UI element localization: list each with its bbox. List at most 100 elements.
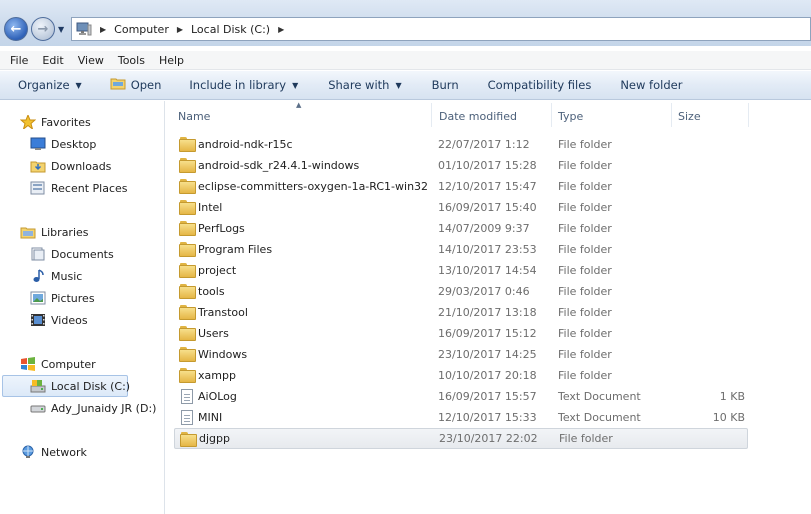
nav-recent-places[interactable]: Recent Places [30,181,128,195]
breadcrumb-computer[interactable]: Computer [114,23,169,36]
file-row[interactable]: android-sdk_r24.4.1-windows 01/10/2017 15… [174,155,748,176]
file-row[interactable]: djgpp 23/10/2017 22:02 File folder [174,428,748,449]
file-row[interactable]: MINI 12/10/2017 15:33 Text Document 10 KB [174,407,748,428]
column-divider[interactable] [431,103,432,127]
desktop-icon [30,137,46,151]
breadcrumb-local-disk[interactable]: Local Disk (C:) [191,23,270,36]
open-button[interactable]: Open [110,77,162,93]
breadcrumb-separator-icon[interactable]: ▶ [100,25,106,34]
nav-documents[interactable]: Documents [30,247,114,261]
column-divider[interactable] [671,103,672,127]
file-date-modified: 16/09/2017 15:40 [438,201,537,214]
breadcrumb-separator-icon[interactable]: ▶ [177,25,183,34]
column-divider[interactable] [748,103,749,127]
file-date-modified: 14/10/2017 23:53 [438,243,537,256]
nav-local-disk-c-label: Local Disk (C:) [51,379,131,393]
file-type: File folder [558,306,612,319]
file-date-modified: 14/07/2009 9:37 [438,222,530,235]
column-header-type[interactable]: Type [558,105,583,127]
new-folder-button[interactable]: New folder [620,78,682,92]
file-row[interactable]: Windows 23/10/2017 14:25 File folder [174,344,748,365]
file-row[interactable]: Intel 16/09/2017 15:40 File folder [174,197,748,218]
column-header-size-label: Size [678,109,701,123]
file-type: File folder [558,369,612,382]
nav-favorites-label: Favorites [41,115,91,129]
open-label: Open [130,78,162,92]
folder-icon [179,221,196,236]
menu-view[interactable]: View [71,54,111,67]
recent-pages-dropdown[interactable]: ▼ [58,25,64,34]
nav-libraries[interactable]: Libraries [20,225,89,239]
folder-icon [179,158,196,173]
menu-bar: File Edit View Tools Help [0,51,811,70]
text-document-icon [179,389,195,404]
nav-local-disk-c[interactable]: Local Disk (C:) [30,379,130,393]
share-with-label: Share with [328,78,390,92]
file-name: eclipse-committers-oxygen-1a-RC1-win32 [198,180,429,193]
file-row[interactable]: Transtool 21/10/2017 13:18 File folder [174,302,748,323]
folder-icon [179,179,196,194]
compatibility-files-button[interactable]: Compatibility files [488,78,592,92]
file-name: Program Files [198,243,273,256]
file-date-modified: 23/10/2017 22:02 [439,432,538,445]
file-row[interactable]: tools 29/03/2017 0:46 File folder [174,281,748,302]
file-row[interactable]: AiOLog 16/09/2017 15:57 Text Document 1 KB [174,386,748,407]
address-bar[interactable]: ▶ Computer ▶ Local Disk (C:) ▶ [71,17,811,41]
recent-places-icon [30,181,46,195]
include-in-library-button[interactable]: Include in library ▼ [189,78,298,92]
text-document-icon [179,410,195,425]
file-type: File folder [559,432,613,445]
file-row[interactable]: PerfLogs 14/07/2009 9:37 File folder [174,218,748,239]
file-name: android-sdk_r24.4.1-windows [198,159,360,172]
burn-button[interactable]: Burn [432,78,459,92]
file-name: project [198,264,237,277]
file-type: File folder [558,138,612,151]
file-type: File folder [558,201,612,214]
column-header-date-modified[interactable]: Date modified [439,105,517,127]
nav-favorites[interactable]: Favorites [19,113,91,131]
nav-drive-d[interactable]: Ady_Junaidy JR (D:) [30,401,156,415]
folder-icon [180,432,197,447]
file-type: Text Document [558,390,641,403]
music-icon [30,269,46,283]
file-date-modified: 12/10/2017 15:47 [438,180,537,193]
nav-videos-label: Videos [51,313,88,327]
organize-button[interactable]: Organize ▼ [18,78,82,92]
column-header-type-label: Type [558,109,584,123]
file-name: djgpp [199,432,230,445]
file-name: xampp [198,369,236,382]
file-row[interactable]: android-ndk-r15c 22/07/2017 1:12 File fold… [174,134,748,155]
nav-music-label: Music [51,269,83,283]
back-button[interactable]: ← [4,17,28,41]
new-folder-label: New folder [620,78,683,92]
menu-edit[interactable]: Edit [35,54,70,67]
nav-network[interactable]: Network [20,445,87,459]
nav-downloads[interactable]: Downloads [30,159,111,173]
breadcrumb-separator-icon[interactable]: ▶ [278,25,284,34]
nav-desktop[interactable]: Desktop [30,137,96,151]
file-row[interactable]: project 13/10/2017 14:54 File folder [174,260,748,281]
menu-help[interactable]: Help [152,54,191,67]
menu-tools[interactable]: Tools [111,54,152,67]
column-header-size[interactable]: Size [678,105,701,127]
star-icon [19,113,37,131]
column-header-name-label: Name [178,109,211,123]
local-disk-icon [30,379,46,393]
menu-file[interactable]: File [0,54,35,67]
file-type: File folder [558,285,612,298]
file-row[interactable]: xampp 10/10/2017 20:18 File folder [174,365,748,386]
file-row[interactable]: Users 16/09/2017 15:12 File folder [174,323,748,344]
file-row[interactable]: eclipse-committers-oxygen-1a-RC1-win32 12… [174,176,748,197]
file-row[interactable]: Program Files 14/10/2017 23:53 File folder [174,239,748,260]
file-name: AiOLog [198,390,237,403]
share-with-button[interactable]: Share with ▼ [328,78,401,92]
nav-computer[interactable]: Computer [20,357,96,371]
file-type: File folder [558,264,612,277]
nav-pictures[interactable]: Pictures [30,291,95,305]
forward-button[interactable]: → [31,17,55,41]
nav-videos[interactable]: Videos [30,313,88,327]
column-divider[interactable] [551,103,552,127]
folder-icon [179,137,196,152]
nav-music[interactable]: Music [30,269,82,283]
column-header-name[interactable]: Name [178,105,210,127]
